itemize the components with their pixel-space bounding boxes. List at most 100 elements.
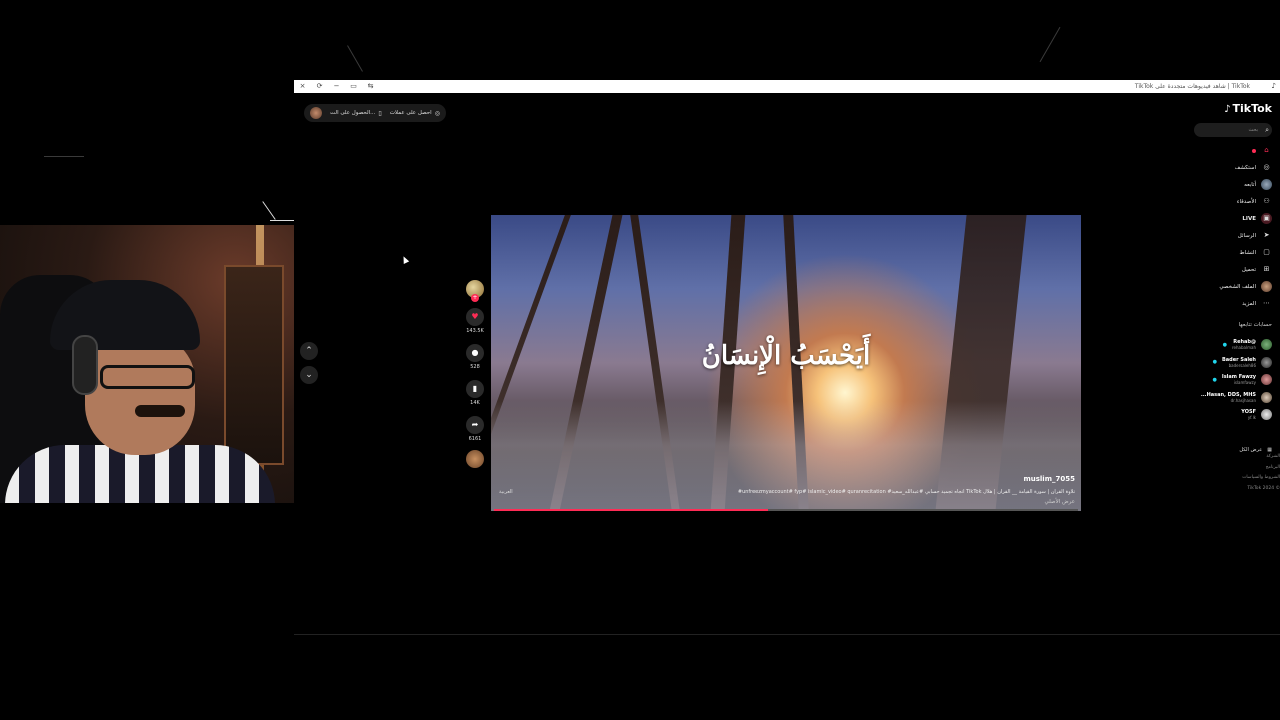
decorative-line (1039, 26, 1061, 63)
sidebar-item-label: استكشف (1234, 164, 1256, 171)
sidebar-item-more[interactable]: ⋯ المزيد (1192, 295, 1272, 312)
reload-icon[interactable]: ⟳ (311, 80, 328, 93)
friends-icon: ⚇ (1263, 197, 1270, 205)
sidebar-item-explore[interactable]: ◎ استكشف (1192, 159, 1272, 176)
webcam-overlay (0, 225, 294, 503)
account-handle: rehabalmah (1232, 345, 1256, 351)
footer-link-terms[interactable]: الشروط والسياسات (1220, 473, 1280, 484)
next-video-button[interactable]: ⌄ (300, 366, 318, 384)
music-disc-icon[interactable] (466, 450, 484, 468)
right-sidebar: ♪ TikTok ⌕ بحث ⌂ ◎ استكشف أتابعه ⚇ الأصد… (1185, 100, 1280, 620)
bookmark-icon[interactable]: ▮ (466, 380, 484, 398)
phone-icon: ▯ (378, 109, 382, 117)
like-heart-icon[interactable]: ♥ (466, 308, 484, 326)
verified-icon: ● (1212, 359, 1217, 366)
webcam-shelf (224, 265, 284, 465)
sidebar-item-profile[interactable]: الملف الشخصي (1192, 278, 1272, 295)
tiktok-logo[interactable]: ♪ TikTok (1224, 102, 1272, 115)
video-action-rail: + ♥ 143.5K ● 528 ▮ 14K ➦ 6161 (466, 280, 484, 468)
search-placeholder: بحث (1248, 127, 1258, 133)
sidebar-item-label: الرسائل (1237, 232, 1256, 239)
decorative-line (270, 220, 294, 221)
see-original-link[interactable]: عرض الأصلي (1045, 499, 1075, 505)
following-account-text: Rehab@ rehabalmah (1232, 339, 1256, 350)
get-app-button[interactable]: الحصول على الت... ▯ (330, 110, 382, 117)
following-account[interactable]: Islam Fawzy islamfawzy ● (1182, 371, 1272, 389)
decorative-line (347, 45, 363, 72)
sidebar-nav: ⌂ ◎ استكشف أتابعه ⚇ الأصدقاء ▣ LIVE ➤ ال… (1192, 142, 1272, 312)
account-handle: dr.hasjhasan (1230, 397, 1256, 403)
previous-video-button[interactable]: ⌃ (300, 342, 318, 360)
avatar (1261, 391, 1272, 403)
sidebar-item-following[interactable]: أتابعه (1192, 176, 1272, 193)
sidebar-item-live[interactable]: ▣ LIVE (1192, 210, 1272, 227)
close-window-icon[interactable]: × (294, 80, 311, 93)
creator-avatar[interactable]: + (466, 280, 484, 302)
sidebar-item-activity[interactable]: ▢ النشاط (1192, 244, 1272, 261)
following-account[interactable]: YOSF yf.lk (1182, 406, 1272, 424)
avatar[interactable] (310, 107, 322, 119)
tiktok-tab-icon: ♪ (1271, 82, 1276, 90)
browser-titlebar: × ⟳ − ▭ ⇆ TikTok | شاهد فيديوهات متجددة … (294, 80, 1280, 93)
account-handle: islamfawzy (1233, 380, 1256, 386)
video-progress-fill (494, 509, 769, 511)
get-coins-label: احصل على عملات (389, 110, 432, 116)
video-author-name[interactable]: muslim_7055 (1023, 475, 1075, 483)
browser-window: × ⟳ − ▭ ⇆ TikTok | شاهد فيديوهات متجددة … (294, 80, 1280, 635)
share-arrow-icon[interactable]: ➦ (466, 416, 484, 434)
avatar (1261, 374, 1272, 386)
sidebar-item-label: النشاط (1239, 249, 1256, 256)
sidebar-item-home[interactable]: ⌂ (1192, 142, 1272, 159)
activity-icon: ▢ (1263, 248, 1270, 256)
video-caption-text: أَيَحْسَبُ الْإِنسَانُ (701, 341, 871, 371)
comment-icon[interactable]: ● (466, 344, 484, 362)
sidebar-item-upload[interactable]: ⊞ تحميل (1192, 261, 1272, 278)
video-player[interactable]: أَيَحْسَبُ الْإِنسَانُ muslim_7055 تلاوة… (491, 215, 1081, 511)
footer-link-program[interactable]: البرنامج (1220, 463, 1280, 474)
share-count: 6161 (468, 436, 482, 442)
sidebar-footer: الشركة البرنامج الشروط والسياسات © TikTo… (1220, 452, 1280, 494)
verified-icon: ● (1212, 376, 1217, 383)
following-account[interactable]: Rehab@ rehabalmah ● (1182, 336, 1272, 354)
sidebar-item-label: أتابعه (1244, 181, 1256, 188)
coin-icon: ◎ (434, 109, 440, 117)
live-icon: ▣ (1261, 213, 1272, 224)
tiktok-note-icon: ♪ (1224, 104, 1231, 115)
account-handle: yf.lk (1247, 415, 1256, 421)
sidebar-item-label: LIVE (1242, 215, 1256, 222)
sidebar-item-friends[interactable]: ⚇ الأصدقاء (1192, 193, 1272, 210)
notification-dot (1252, 148, 1256, 153)
footer-copyright: © TikTok 2024 (1247, 485, 1280, 491)
sidebar-item-label: تحميل (1241, 266, 1256, 273)
browser-tab-title[interactable]: TikTok | شاهد فيديوهات متجددة على TikTok (1135, 80, 1250, 93)
messages-icon: ➤ (1263, 231, 1270, 239)
get-coins-button[interactable]: احصل على عملات ◎ (390, 110, 440, 117)
language-label[interactable]: العربية (499, 489, 513, 495)
tabs-icon[interactable]: ⇆ (362, 80, 379, 93)
webcam-glasses (100, 365, 195, 389)
logo-text: TikTok (1232, 102, 1272, 115)
more-icon: ⋯ (1263, 299, 1270, 307)
comment-count: 528 (470, 364, 480, 370)
top-action-bar: الحصول على الت... ▯ احصل على عملات ◎ (304, 104, 446, 122)
following-account-text: YOSF yf.lk (1241, 409, 1256, 420)
following-account[interactable]: Bader Saleh badersaleh86 ● (1182, 354, 1272, 372)
avatar (1261, 339, 1272, 351)
minimize-icon[interactable]: − (328, 80, 345, 93)
footer-link-company[interactable]: الشركة (1220, 452, 1280, 463)
sidebar-item-label: المزيد (1242, 300, 1256, 307)
video-progress-bar[interactable] (494, 509, 1078, 511)
maximize-icon[interactable]: ▭ (345, 80, 362, 93)
following-account[interactable]: ...Hasan, DDS, MHS dr.hasjhasan (1182, 389, 1272, 407)
account-handle: badersaleh86 (1228, 362, 1256, 368)
search-input[interactable]: ⌕ بحث (1194, 123, 1272, 137)
following-account-text: ...Hasan, DDS, MHS dr.hasjhasan (1201, 392, 1256, 403)
following-icon (1261, 179, 1272, 190)
follow-plus-icon[interactable]: + (471, 294, 479, 302)
sidebar-item-messages[interactable]: ➤ الرسائل (1192, 227, 1272, 244)
following-list: Rehab@ rehabalmah ● Bader Saleh badersal… (1182, 336, 1272, 424)
avatar (1261, 356, 1272, 368)
search-icon: ⌕ (1265, 126, 1269, 134)
upload-icon: ⊞ (1263, 265, 1270, 273)
profile-icon (1261, 281, 1272, 292)
